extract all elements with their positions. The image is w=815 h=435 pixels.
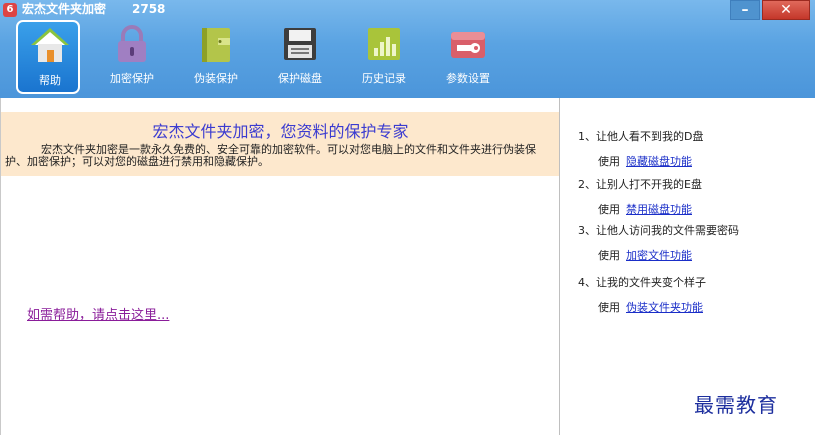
- minimize-button[interactable]: –: [730, 0, 760, 20]
- tip-use-label: 使用: [598, 155, 620, 168]
- tip-answer: 使用 隐藏磁盘功能: [578, 153, 808, 169]
- toolbar-label-disguise: 伪装保护: [194, 72, 238, 85]
- title-bar: 6 宏杰文件夹加密 2758 – ✕: [0, 0, 815, 20]
- help-link[interactable]: 如需帮助，请点击这里...: [27, 304, 169, 323]
- close-button[interactable]: ✕: [762, 0, 810, 20]
- tip-item: 3、让他人访问我的文件需要密码 使用 加密文件功能: [578, 222, 808, 263]
- app-logo-icon: 6: [3, 3, 17, 17]
- top-banner: 6 宏杰文件夹加密 2758 – ✕ 帮助 加密保护 伪装保护 保护磁盘 历史记…: [0, 0, 815, 98]
- tips-panel: 1、让他人看不到我的D盘 使用 隐藏磁盘功能 2、让别人打不开我的E盘 使用 禁用磁…: [559, 98, 815, 435]
- disguise-folder-icon: [202, 28, 230, 62]
- disable-disk-link[interactable]: 禁用磁盘功能: [626, 203, 692, 216]
- toolbar-settings-button[interactable]: 参数设置: [436, 20, 500, 94]
- window-version: 2758: [132, 2, 166, 16]
- hide-disk-link[interactable]: 隐藏磁盘功能: [626, 155, 692, 168]
- toolbar-label-history: 历史记录: [362, 72, 406, 85]
- toolbar-encrypt-button[interactable]: 加密保护: [100, 20, 164, 94]
- intro-box: 宏杰文件夹加密，您资料的保护专家 宏杰文件夹加密是一款永久免费的、安全可靠的加密…: [1, 112, 560, 176]
- intro-description: 宏杰文件夹加密是一款永久免费的、安全可靠的加密软件。可以对您电脑上的文件和文件夹…: [5, 143, 536, 168]
- tip-question: 4、让我的文件夹变个样子: [578, 276, 706, 289]
- tip-item: 4、让我的文件夹变个样子 使用 伪装文件夹功能: [578, 274, 808, 315]
- history-chart-icon: [368, 28, 400, 60]
- toolbar-protect-disk-button[interactable]: 保护磁盘: [268, 20, 332, 94]
- main-content-panel: 宏杰文件夹加密，您资料的保护专家 宏杰文件夹加密是一款永久免费的、安全可靠的加密…: [0, 98, 560, 435]
- encrypt-file-link[interactable]: 加密文件功能: [626, 249, 692, 262]
- home-icon: [31, 28, 69, 62]
- tip-question: 3、让他人访问我的文件需要密码: [578, 224, 739, 237]
- wrench-icon: [451, 32, 485, 58]
- toolbar-help-button[interactable]: 帮助: [16, 20, 80, 94]
- lock-icon: [118, 25, 146, 62]
- toolbar-label-help: 帮助: [39, 74, 61, 87]
- tip-question: 2、让别人打不开我的E盘: [578, 178, 702, 191]
- tip-item: 2、让别人打不开我的E盘 使用 禁用磁盘功能: [578, 176, 808, 217]
- tip-use-label: 使用: [598, 249, 620, 262]
- window-title: 宏杰文件夹加密: [22, 2, 107, 16]
- tip-item: 1、让他人看不到我的D盘 使用 隐藏磁盘功能: [578, 128, 808, 169]
- tip-answer: 使用 禁用磁盘功能: [578, 201, 808, 217]
- floppy-disk-icon: [284, 28, 316, 60]
- disguise-folder-link[interactable]: 伪装文件夹功能: [626, 301, 703, 314]
- toolbar-history-button[interactable]: 历史记录: [352, 20, 416, 94]
- watermark-text: 最需教育: [694, 393, 778, 417]
- toolbar-label-encrypt: 加密保护: [110, 72, 154, 85]
- toolbar-label-protect-disk: 保护磁盘: [278, 72, 322, 85]
- intro-title: 宏杰文件夹加密，您资料的保护专家: [152, 122, 409, 141]
- tip-answer: 使用 伪装文件夹功能: [578, 299, 808, 315]
- tip-use-label: 使用: [598, 301, 620, 314]
- toolbar-disguise-button[interactable]: 伪装保护: [184, 20, 248, 94]
- tip-use-label: 使用: [598, 203, 620, 216]
- tip-question: 1、让他人看不到我的D盘: [578, 130, 704, 143]
- tip-answer: 使用 加密文件功能: [578, 247, 808, 263]
- toolbar-label-settings: 参数设置: [446, 72, 490, 85]
- main-toolbar: 帮助 加密保护 伪装保护 保护磁盘 历史记录 参数设置: [14, 20, 534, 96]
